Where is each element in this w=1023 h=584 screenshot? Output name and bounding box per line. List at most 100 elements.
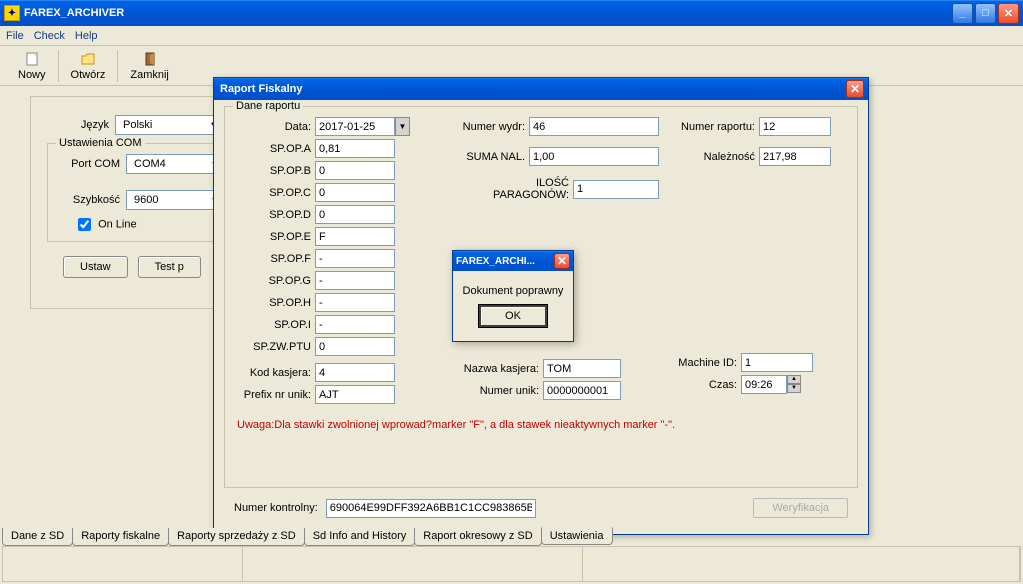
- open-icon: [80, 51, 96, 67]
- naleznosc-input[interactable]: [759, 147, 831, 166]
- tab-raporty-fiskalne[interactable]: Raporty fiskalne: [72, 528, 169, 546]
- nazwa-kasjera-label: Nazwa kasjera:: [459, 363, 539, 375]
- data-input[interactable]: [315, 117, 395, 136]
- warning-text: Uwaga:Dla stawki zwolnionej wprowad?mark…: [237, 419, 845, 431]
- kontrolny-label: Numer kontrolny:: [234, 502, 318, 514]
- spopf-input[interactable]: [315, 249, 395, 268]
- message-box: FAREX_ARCHI... ✕ Dokument poprawny OK: [452, 250, 574, 342]
- content-frame: [2, 546, 1021, 582]
- menu-file[interactable]: File: [6, 30, 24, 42]
- weryfikacja-button: Weryfikacja: [753, 498, 848, 518]
- tool-nowy[interactable]: Nowy: [8, 49, 56, 83]
- maximize-button[interactable]: □: [975, 3, 996, 24]
- suma-label: SUMA NAL.: [459, 151, 525, 163]
- tab-raport-okresowy[interactable]: Raport okresowy z SD: [414, 528, 541, 546]
- jezyk-label: Język: [47, 119, 109, 131]
- machine-label: Machine ID:: [671, 357, 737, 369]
- spope-label: SP.OP.E: [237, 231, 311, 243]
- close-door-icon: [142, 51, 158, 67]
- kod-kasjera-label: Kod kasjera:: [237, 367, 311, 379]
- dialog-title: Raport Fiskalny: [218, 83, 846, 95]
- tab-dane-sd[interactable]: Dane z SD: [2, 528, 73, 546]
- naleznosc-label: Należność: [671, 151, 755, 163]
- online-label: On Line: [98, 218, 137, 230]
- czas-label: Czas:: [671, 379, 737, 391]
- tool-zamknij[interactable]: Zamknij: [120, 49, 179, 83]
- spopd-input[interactable]: [315, 205, 395, 224]
- online-checkbox[interactable]: [78, 218, 91, 231]
- date-dropdown-button[interactable]: ▼: [395, 117, 410, 136]
- spopc-input[interactable]: [315, 183, 395, 202]
- prefix-input[interactable]: [315, 385, 395, 404]
- test-button[interactable]: Test p: [138, 256, 201, 278]
- main-titlebar: ✦ FAREX_ARCHIVER _ □ ✕: [0, 0, 1023, 26]
- numer-raportu-input[interactable]: [759, 117, 831, 136]
- menu-help[interactable]: Help: [75, 30, 98, 42]
- kod-kasjera-input[interactable]: [315, 363, 395, 382]
- ilosc-label: ILOŚĆ PARAGONÓW:: [459, 177, 569, 201]
- msgbox-title: FAREX_ARCHI...: [456, 256, 554, 267]
- numer-wydr-label: Numer wydr:: [459, 121, 525, 133]
- dialog-titlebar: Raport Fiskalny ✕: [214, 78, 868, 100]
- kontrolny-input[interactable]: [326, 499, 536, 518]
- new-icon: [24, 51, 40, 67]
- port-select[interactable]: COM4: [126, 154, 226, 174]
- numer-wydr-input[interactable]: [529, 117, 659, 136]
- close-button[interactable]: ✕: [998, 3, 1019, 24]
- spopb-input[interactable]: [315, 161, 395, 180]
- separator: [58, 50, 59, 82]
- spopb-label: SP.OP.B: [237, 165, 311, 177]
- tool-label: Otwórz: [71, 69, 106, 81]
- msgbox-close-button[interactable]: ✕: [554, 253, 570, 269]
- spzw-input[interactable]: [315, 337, 395, 356]
- spzw-label: SP.ZW.PTU: [237, 341, 311, 353]
- spopd-label: SP.OP.D: [237, 209, 311, 221]
- spoph-label: SP.OP.H: [237, 297, 311, 309]
- spopg-input[interactable]: [315, 271, 395, 290]
- ustaw-button[interactable]: Ustaw: [63, 256, 128, 278]
- spopc-label: SP.OP.C: [237, 187, 311, 199]
- msgbox-titlebar: FAREX_ARCHI... ✕: [453, 251, 573, 271]
- suma-input[interactable]: [529, 147, 659, 166]
- numer-raportu-label: Numer raportu:: [671, 121, 755, 133]
- minimize-button[interactable]: _: [952, 3, 973, 24]
- spopi-input[interactable]: [315, 315, 395, 334]
- spin-down[interactable]: ▼: [787, 384, 801, 393]
- nazwa-kasjera-input[interactable]: [543, 359, 621, 378]
- tab-sd-info[interactable]: Sd Info and History: [304, 528, 416, 546]
- tool-otworz[interactable]: Otwórz: [61, 49, 116, 83]
- spope-input[interactable]: [315, 227, 395, 246]
- spopi-label: SP.OP.I: [237, 319, 311, 331]
- app-icon: ✦: [4, 5, 20, 21]
- msgbox-text: Dokument poprawny: [461, 285, 565, 297]
- menu-check[interactable]: Check: [34, 30, 65, 42]
- ilosc-input[interactable]: [573, 180, 659, 199]
- separator: [117, 50, 118, 82]
- spopf-label: SP.OP.F: [237, 253, 311, 265]
- szybkosc-select[interactable]: 9600: [126, 190, 226, 210]
- jezyk-select[interactable]: Polski: [115, 115, 225, 135]
- szybkosc-label: Szybkość: [58, 194, 120, 206]
- tab-ustawienia[interactable]: Ustawienia: [541, 527, 613, 545]
- machine-input[interactable]: [741, 353, 813, 372]
- spopg-label: SP.OP.G: [237, 275, 311, 287]
- numer-unik-input[interactable]: [543, 381, 621, 400]
- numer-unik-label: Numer unik:: [459, 385, 539, 397]
- spin-up[interactable]: ▲: [787, 375, 801, 384]
- tab-raporty-sprzedazy[interactable]: Raporty sprzedaży z SD: [168, 528, 305, 546]
- spopa-label: SP.OP.A: [237, 143, 311, 155]
- prefix-label: Prefix nr unik:: [237, 389, 311, 401]
- tool-label: Zamknij: [130, 69, 169, 81]
- port-label: Port COM: [58, 158, 120, 170]
- ok-button[interactable]: OK: [479, 305, 547, 327]
- czas-input[interactable]: [741, 375, 787, 394]
- spopa-input[interactable]: [315, 139, 395, 158]
- group-legend: Ustawienia COM: [56, 137, 145, 149]
- dialog-close-button[interactable]: ✕: [846, 80, 864, 98]
- window-title: FAREX_ARCHIVER: [24, 7, 952, 19]
- tool-label: Nowy: [18, 69, 46, 81]
- spoph-input[interactable]: [315, 293, 395, 312]
- data-label: Data:: [237, 121, 311, 133]
- group-legend: Dane raportu: [233, 100, 303, 112]
- bottom-tabs: Dane z SD Raporty fiskalne Raporty sprze…: [2, 528, 612, 546]
